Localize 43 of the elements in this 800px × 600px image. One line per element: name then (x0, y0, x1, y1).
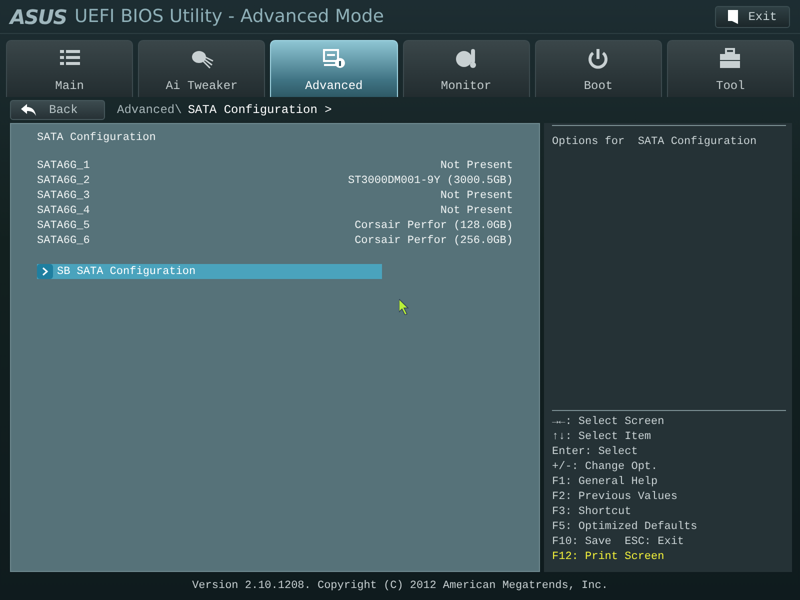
logo: ASUS (10, 4, 67, 28)
port-value: Not Present (440, 160, 513, 174)
key-hint: +/-: Change Opt. (552, 461, 659, 475)
back-button[interactable]: Back (10, 100, 105, 120)
key-hint: F1: General Help (552, 476, 659, 490)
port-name: SATA6G_2 (37, 175, 90, 189)
section-heading: SATA Configuration (37, 132, 157, 144)
key-hint: F5: Optimized Defaults (552, 521, 698, 535)
tab[interactable]: Monitor (402, 40, 530, 97)
tab[interactable]: Ai Tweaker (138, 40, 266, 97)
port-name: SATA6G_4 (37, 205, 90, 219)
port-name: SATA6G_3 (37, 190, 90, 204)
tab[interactable]: Tool (666, 40, 794, 97)
version-text: Version 2.10.1208. Copyright (C) 2012 American Megatrends, Inc. (191, 579, 609, 594)
breadcrumb-link[interactable]: Advanced\ (117, 103, 182, 117)
key-hint: F10: Save ESC: Exit (552, 536, 686, 550)
chevron-icon (37, 264, 53, 279)
tab[interactable]: Boot (534, 40, 662, 97)
port-value: Not Present (440, 205, 513, 219)
tab[interactable]: Main (6, 40, 134, 97)
key-hint: F3: Shortcut (552, 506, 632, 520)
port-value: ST3000DM001-9Y (3000.5GB) (348, 175, 513, 189)
tool-icon (718, 47, 742, 71)
back-arrow-icon (21, 104, 37, 116)
port-name: SATA6G_6 (37, 235, 90, 249)
port-value: Corsair Perfor (256.0GB) (354, 235, 513, 249)
port-name: SATA6G_5 (37, 220, 90, 234)
breadcrumb-current: SATA Configuration > (188, 103, 332, 117)
help-description: Options for SATA Configuration (552, 125, 786, 410)
key-hint: F12: Print Screen (552, 551, 666, 565)
port-value: Corsair Perfor (128.0GB) (354, 220, 513, 234)
key-hint: →←: Select Screen (552, 416, 666, 430)
window-title: UEFI BIOS Utility - Advanced Mode (74, 6, 385, 27)
key-hint: ↑↓: Select Item (552, 431, 652, 445)
door-icon (728, 10, 738, 24)
key-hint: F2: Previous Values (552, 491, 678, 505)
key-hint: Enter: Select (552, 446, 639, 460)
tab[interactable]: Advanced (270, 40, 398, 97)
port-name: SATA6G_1 (37, 160, 90, 174)
power-icon (586, 47, 610, 71)
exit-button[interactable]: Exit (715, 6, 790, 28)
mouse-pointer-icon (399, 299, 409, 315)
port-value: Not Present (440, 190, 513, 204)
